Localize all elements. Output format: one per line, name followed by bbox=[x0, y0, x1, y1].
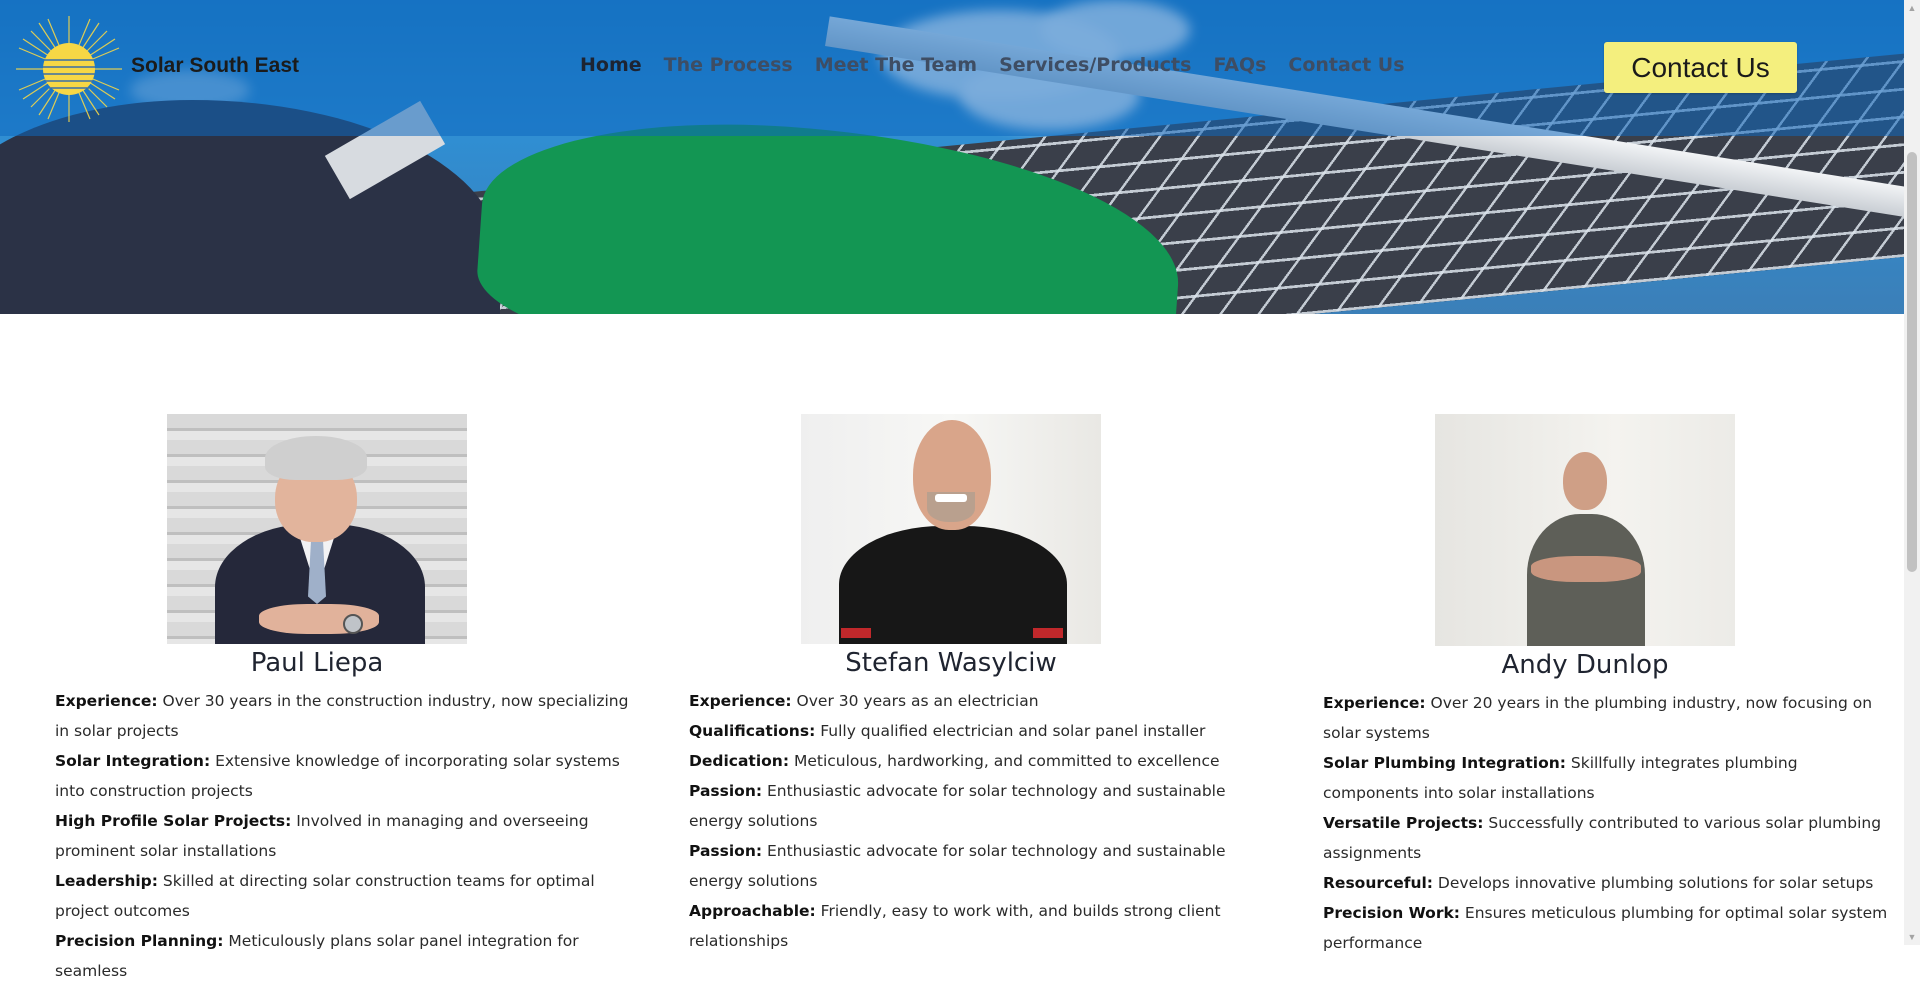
contact-us-button[interactable]: Contact Us bbox=[1604, 42, 1797, 93]
site-header: Solar South East Home The Process Meet T… bbox=[0, 0, 1904, 136]
nav-the-process[interactable]: The Process bbox=[664, 54, 793, 76]
brand-name[interactable]: Solar South East bbox=[131, 54, 299, 78]
detail-item: Qualifications: Fully qualified electric… bbox=[689, 722, 1206, 740]
scroll-down-arrow-icon[interactable]: ▼ bbox=[1904, 929, 1920, 945]
member-name: Andy Dunlop bbox=[1501, 650, 1669, 680]
sun-logo-icon[interactable] bbox=[14, 14, 124, 124]
nav-faqs[interactable]: FAQs bbox=[1213, 54, 1266, 76]
team-member-card: Andy Dunlop Experience: Over 20 years in… bbox=[1323, 414, 1898, 958]
nav-home[interactable]: Home bbox=[580, 54, 642, 76]
member-name: Stefan Wasylciw bbox=[845, 648, 1057, 678]
detail-item: Experience: Over 30 years as an electric… bbox=[689, 692, 1039, 710]
nav-contact-us[interactable]: Contact Us bbox=[1288, 54, 1404, 76]
detail-item: Versatile Projects: Successfully contrib… bbox=[1323, 814, 1882, 862]
detail-item: Solar Plumbing Integration: Skillfully i… bbox=[1323, 754, 1798, 802]
nav-meet-the-team[interactable]: Meet The Team bbox=[815, 54, 977, 76]
detail-item: Solar Integration: Extensive knowledge o… bbox=[55, 752, 620, 800]
detail-item: High Profile Solar Projects: Involved in… bbox=[55, 812, 589, 860]
detail-item: Passion: Enthusiastic advocate for solar… bbox=[689, 842, 1226, 890]
detail-item: Experience: Over 30 years in the constru… bbox=[55, 692, 629, 740]
member-name: Paul Liepa bbox=[250, 648, 384, 678]
member-photo-stefan bbox=[801, 414, 1101, 644]
detail-item: Experience: Over 20 years in the plumbin… bbox=[1323, 694, 1873, 742]
detail-item: Precision Work: Ensures meticulous plumb… bbox=[1323, 904, 1888, 952]
nav-services-products[interactable]: Services/Products bbox=[999, 54, 1191, 76]
detail-item: Approachable: Friendly, easy to work wit… bbox=[689, 902, 1221, 950]
team-member-card: Stefan Wasylciw Experience: Over 30 year… bbox=[689, 414, 1264, 956]
detail-item: Passion: Enthusiastic advocate for solar… bbox=[689, 782, 1226, 830]
detail-item: Resourceful: Develops innovative plumbin… bbox=[1323, 874, 1874, 892]
main-nav: Home The Process Meet The Team Services/… bbox=[580, 54, 1427, 76]
detail-item: Precision Planning: Meticulously plans s… bbox=[55, 932, 579, 980]
member-details-list: Experience: Over 20 years in the plumbin… bbox=[1323, 688, 1898, 958]
member-photo-paul bbox=[167, 414, 467, 644]
team-member-card: Paul Liepa Experience: Over 30 years in … bbox=[55, 414, 630, 986]
detail-item: Dedication: Meticulous, hardworking, and… bbox=[689, 752, 1220, 770]
member-details-list: Experience: Over 30 years as an electric… bbox=[689, 686, 1264, 956]
detail-item: Leadership: Skilled at directing solar c… bbox=[55, 872, 595, 920]
member-details-list: Experience: Over 30 years in the constru… bbox=[55, 686, 630, 986]
scrollbar-thumb[interactable] bbox=[1907, 152, 1917, 572]
page-scrollbar[interactable]: ▲ ▼ bbox=[1904, 0, 1920, 945]
scroll-up-arrow-icon[interactable]: ▲ bbox=[1904, 0, 1920, 16]
member-photo-andy bbox=[1435, 414, 1735, 646]
